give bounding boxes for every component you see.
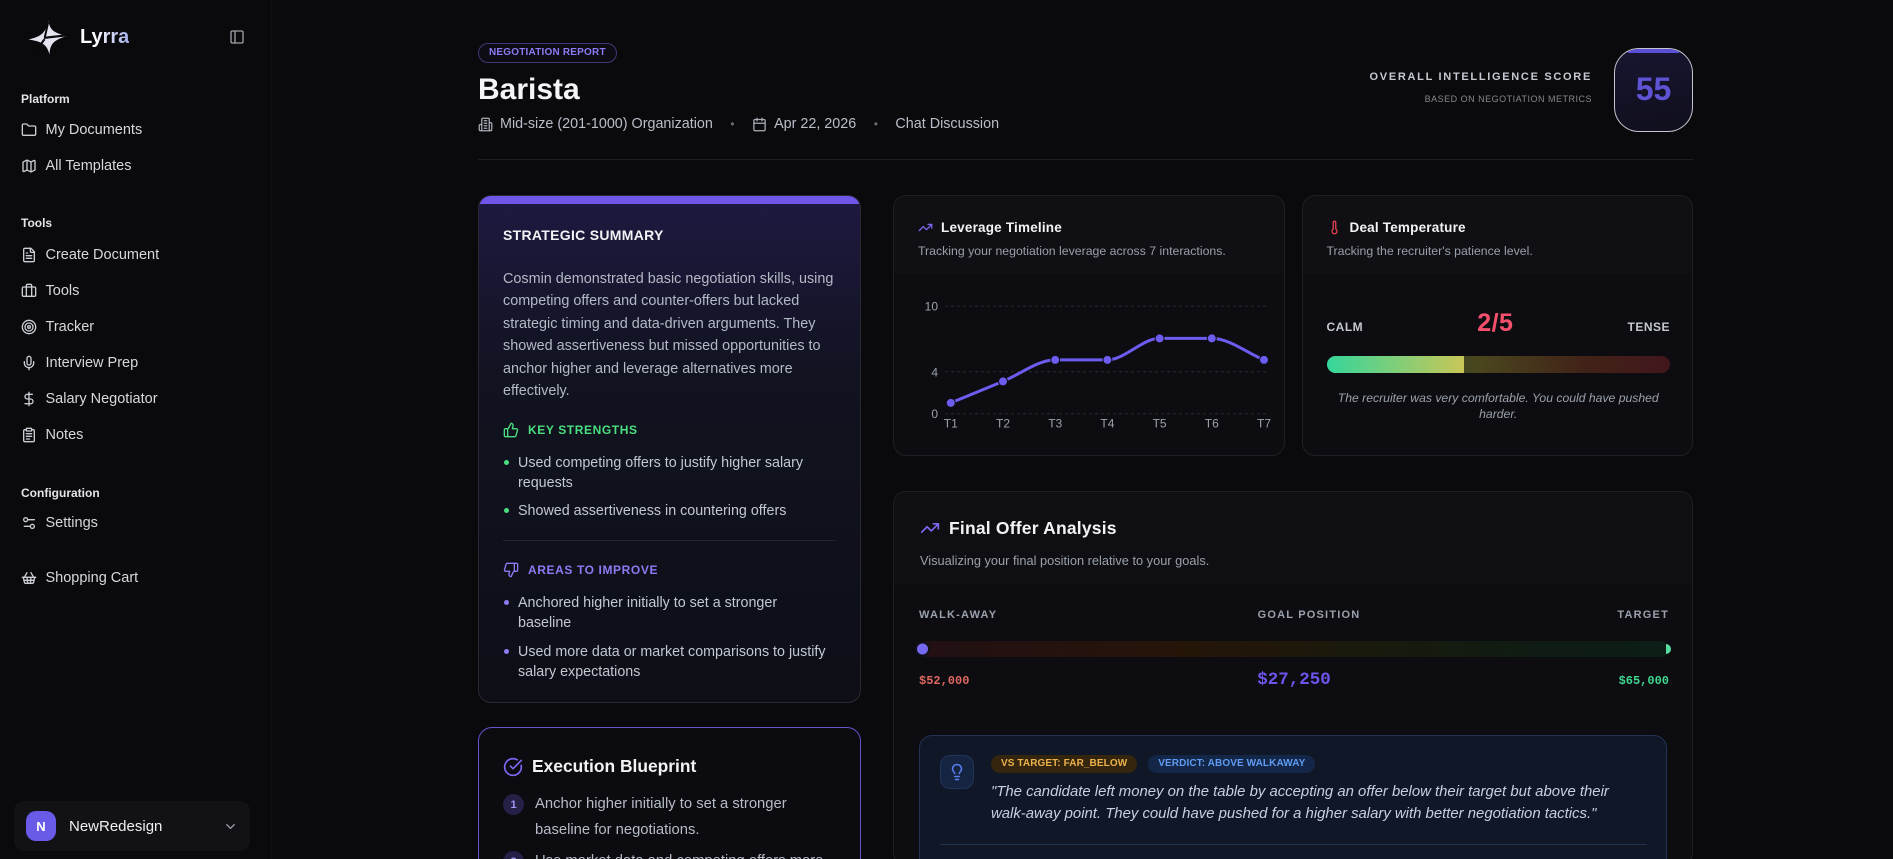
svg-text:T7: T7: [1257, 416, 1271, 430]
svg-text:T4: T4: [1100, 416, 1114, 430]
svg-text:T1: T1: [944, 416, 958, 430]
svg-text:T3: T3: [1048, 416, 1062, 430]
svg-text:4: 4: [931, 365, 938, 379]
svg-text:T5: T5: [1153, 416, 1167, 430]
svg-text:0: 0: [931, 407, 938, 421]
svg-text:T6: T6: [1205, 416, 1219, 430]
svg-text:10: 10: [925, 299, 939, 313]
svg-text:T2: T2: [996, 416, 1010, 430]
